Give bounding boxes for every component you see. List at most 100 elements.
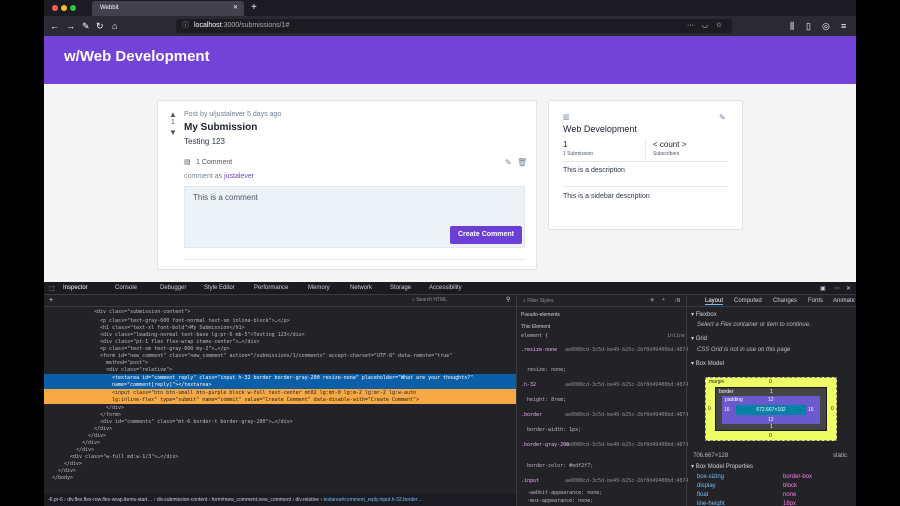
tab-layout[interactable]: Layout (705, 298, 724, 305)
rule-property[interactable]: border-color: #edf2f7; (527, 463, 593, 469)
rule-source[interactable]: ae0080cd-3c5d-be49-b25c-2bf0d49400bd:487… (565, 412, 688, 418)
back-icon[interactable]: ← (50, 20, 59, 32)
comment-textarea[interactable]: This is a comment Create Comment (184, 186, 525, 248)
page-actions-icon[interactable]: ··· (687, 19, 694, 33)
rule-source[interactable]: ae0080cd-3c5d-be49-b25c-2bf0d49400bd:487… (565, 442, 688, 448)
html-line-selected[interactable]: name="comment[reply]"></textarea> (112, 382, 211, 389)
breadcrumb-item[interactable]: form#new_comment.new_comment (212, 497, 291, 503)
tab-console[interactable]: Console (115, 285, 137, 291)
box-properties-toggle[interactable]: ▾ Box Model Properties (691, 463, 753, 470)
tab-inspector[interactable]: Inspector (63, 285, 88, 291)
rule-property[interactable]: border-width: 1px; (527, 427, 581, 433)
tab-storage[interactable]: Storage (390, 285, 411, 291)
pick-element-icon[interactable]: ⬚ (49, 285, 55, 292)
new-tab-button[interactable]: + (251, 1, 257, 15)
comment-count[interactable]: 1 Comment (196, 159, 232, 166)
html-line-hovered[interactable]: lg:inline-flex" type="submit" name="comm… (112, 397, 419, 404)
minimize-window-button[interactable] (61, 5, 67, 11)
bookmark-star-icon[interactable]: ☆ (716, 19, 722, 33)
html-line-selected[interactable]: <textarea id="comment_reply" class="inpu… (112, 375, 473, 382)
tab-network[interactable]: Network (350, 285, 372, 291)
rule-selector[interactable]: .h-32 (521, 382, 536, 388)
box-border[interactable]: border 1 1 padding 12 12 16 16 672.667×1… (715, 387, 827, 431)
tab-computed[interactable]: Computed (734, 298, 762, 304)
search-html-input[interactable]: ⌕ Search HTML (412, 297, 502, 305)
element-rule[interactable]: element { (521, 333, 548, 339)
breadcrumb-item[interactable]: -6.pr-6 (48, 497, 63, 503)
pocket-icon[interactable]: ◡ (702, 19, 708, 33)
box-content[interactable]: 672.667×102 (736, 405, 806, 415)
dock-icon[interactable]: ▣ (820, 285, 826, 292)
html-line[interactable]: </form> (100, 412, 121, 419)
edit-icon[interactable]: ✎ (505, 158, 512, 167)
filter-styles-input[interactable]: ⌕ Filter Styles (523, 298, 553, 304)
html-line[interactable]: <form id="new_comment" class="new_commen… (100, 353, 452, 360)
upvote-icon[interactable]: ▲ (169, 110, 177, 119)
rule-selector[interactable]: .input (521, 478, 539, 484)
rule-selector[interactable]: .border-gray-200 (521, 442, 569, 448)
rule-property[interactable]: height: 8rem; (527, 397, 566, 403)
html-line-hovered[interactable]: <input class="btn btn-small btn-purple b… (112, 390, 416, 397)
pseudo-elements-toggle[interactable]: Pseudo-elements (521, 312, 560, 318)
rule-selector[interactable]: .resize-none (521, 347, 557, 353)
browser-tab[interactable]: Webbit ✕ (92, 1, 244, 16)
rule-source[interactable]: ae0080cd-3c5d-be49-b25c-2bf0d49400bd:487… (565, 382, 688, 388)
html-line[interactable]: </div> (88, 433, 106, 440)
html-line[interactable]: </div> (58, 468, 76, 475)
delete-icon[interactable]: 🗑 (517, 158, 527, 167)
rule-property[interactable]: -moz-appearance: none; (527, 498, 593, 504)
add-rule-icon[interactable]: + (650, 296, 654, 304)
prop-value[interactable]: block (783, 483, 797, 489)
prop-value[interactable]: border-box (783, 474, 812, 480)
html-line[interactable]: <div class="pt-1 flex flex-wrap items-ce… (100, 339, 260, 346)
prop-value[interactable]: 18px (783, 501, 796, 506)
html-line[interactable]: </div> (76, 447, 94, 454)
html-line[interactable]: <div class="w-full md:w-1/3">…</div> (70, 454, 178, 461)
close-devtools-icon[interactable]: ✕ (846, 285, 851, 292)
sidebar-icon[interactable]: ▯ (806, 20, 811, 32)
rule-property[interactable]: -webkit-appearance: none; (527, 490, 602, 496)
page-info-icon[interactable]: ⓘ (182, 19, 189, 33)
html-line[interactable]: <div class="relative"> (106, 367, 172, 374)
flexbox-toggle[interactable]: ▾ Flexbox (691, 311, 717, 318)
breadcrumb-item-current[interactable]: textarea#comment_reply.input.h-32.border… (323, 497, 422, 503)
tab-animations[interactable]: Animations (833, 298, 855, 304)
edit-sidebar-icon[interactable]: ✎ (719, 113, 726, 122)
site-title[interactable]: w/Web Development (64, 48, 210, 65)
html-line[interactable]: </div> (94, 426, 112, 433)
url-bar[interactable]: ⓘ localhost:3000/submissions/1# ··· ◡ ☆ (176, 19, 732, 33)
html-line[interactable]: <div class="submission-content"> (94, 309, 190, 316)
downvote-icon[interactable]: ▼ (169, 128, 177, 137)
prop-value[interactable]: none (783, 492, 796, 498)
tab-memory[interactable]: Memory (308, 285, 330, 291)
rule-source[interactable]: ae0080cd-3c5d-be49-b25c-2bf0d49400bd:487… (565, 347, 688, 353)
wrench-icon[interactable]: ✎ (82, 20, 90, 32)
print-media-icon[interactable]: :N (674, 298, 680, 304)
tab-debugger[interactable]: Debugger (160, 285, 186, 291)
home-icon[interactable]: ⌂ (112, 20, 117, 32)
account-icon[interactable]: ◎ (822, 20, 830, 32)
box-model-toggle[interactable]: ▾ Box Model (691, 360, 724, 367)
html-line[interactable]: </div> (82, 440, 100, 447)
menu-icon[interactable]: ≡ (841, 20, 846, 32)
html-line[interactable]: </div> (64, 461, 82, 468)
html-line[interactable]: <p class="text-sm text-gray-600 my-2">…<… (100, 346, 229, 353)
eyedropper-icon[interactable]: ⚲ (506, 296, 510, 303)
breadcrumb-item[interactable]: div.relative (295, 497, 319, 503)
create-comment-button[interactable]: Create Comment (450, 226, 522, 244)
tab-performance[interactable]: Performance (254, 285, 288, 291)
box-padding[interactable]: padding 12 12 16 16 672.667×102 (722, 396, 820, 424)
tab-style-editor[interactable]: Style Editor (204, 285, 235, 291)
html-line[interactable]: <p class="text-gray-600 font-normal text… (100, 318, 290, 325)
close-window-button[interactable] (52, 5, 58, 11)
library-icon[interactable]: ⫼ (790, 20, 794, 32)
box-margin[interactable]: margin 0 0 0 0 border 1 1 padding 12 12 … (705, 377, 837, 441)
reload-icon[interactable]: ↻ (96, 20, 104, 32)
breadcrumb-item[interactable]: div.flex.flex-row.flex-wrap.items-start… (67, 497, 152, 503)
grid-toggle[interactable]: ▾ Grid (691, 335, 707, 342)
forward-icon[interactable]: → (66, 20, 75, 32)
html-line[interactable]: <div class="leading-normal text-base lg:… (100, 332, 305, 339)
options-icon[interactable]: ⋯ (834, 285, 840, 292)
zoom-window-button[interactable] (70, 5, 76, 11)
rule-selector[interactable]: .border (521, 412, 542, 418)
